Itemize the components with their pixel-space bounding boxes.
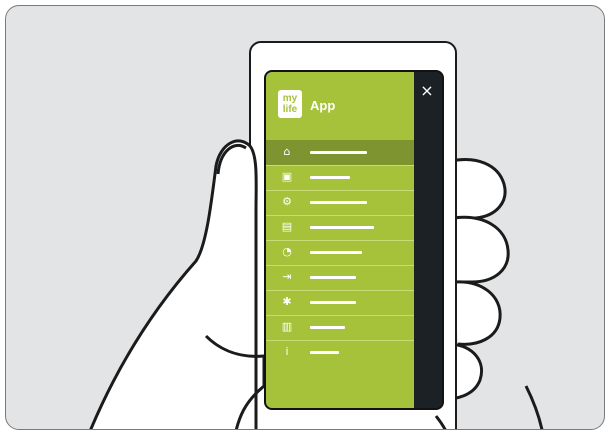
drawer-header: my life App: [266, 72, 414, 140]
content-overlay[interactable]: [414, 72, 442, 408]
menu-item-label-placeholder: [310, 151, 367, 154]
phone-screen: my life App ⌂ ▣ ⚙ ▤ ◔ ⇥ ✱ ▥ i ×: [264, 70, 444, 410]
menu-item[interactable]: ◔: [266, 240, 414, 265]
document-icon: ▤: [281, 220, 293, 233]
menu-item[interactable]: ▥: [266, 315, 414, 340]
navigation-drawer: my life App ⌂ ▣ ⚙ ▤ ◔ ⇥ ✱ ▥ i: [266, 72, 414, 408]
gear-icon: ✱: [282, 295, 292, 308]
logo-text-line1: my: [282, 93, 298, 104]
menu-item[interactable]: ⇥: [266, 265, 414, 290]
menu-item-label-placeholder: [310, 276, 356, 279]
menu-item[interactable]: ⚙: [266, 190, 414, 215]
book-icon: ▥: [281, 320, 293, 333]
logo-text-line2: life: [282, 104, 298, 115]
menu-list: ⌂ ▣ ⚙ ▤ ◔ ⇥ ✱ ▥ i: [266, 140, 414, 365]
menu-item-label-placeholder: [310, 226, 374, 229]
menu-item[interactable]: ✱: [266, 290, 414, 315]
menu-item[interactable]: ▤: [266, 215, 414, 240]
menu-item[interactable]: ▣: [266, 165, 414, 190]
menu-item-label-placeholder: [310, 351, 339, 354]
info-icon: i: [285, 345, 289, 358]
illustration-frame: my life App ⌂ ▣ ⚙ ▤ ◔ ⇥ ✱ ▥ i ×: [5, 5, 605, 430]
settings-device-icon: ⚙: [282, 195, 292, 208]
export-icon: ⇥: [282, 270, 292, 283]
chart-icon: ◔: [282, 245, 292, 258]
menu-item-label-placeholder: [310, 251, 362, 254]
menu-item[interactable]: ⌂: [266, 140, 414, 165]
close-icon[interactable]: ×: [416, 80, 438, 102]
mylife-logo: my life: [278, 90, 302, 118]
device-icon: ▣: [281, 170, 293, 183]
menu-item-label-placeholder: [310, 301, 356, 304]
home-icon: ⌂: [283, 145, 291, 158]
menu-item-label-placeholder: [310, 326, 345, 329]
menu-item[interactable]: i: [266, 340, 414, 365]
menu-item-label-placeholder: [310, 201, 367, 204]
app-title: App: [310, 98, 336, 113]
menu-item-label-placeholder: [310, 176, 350, 179]
